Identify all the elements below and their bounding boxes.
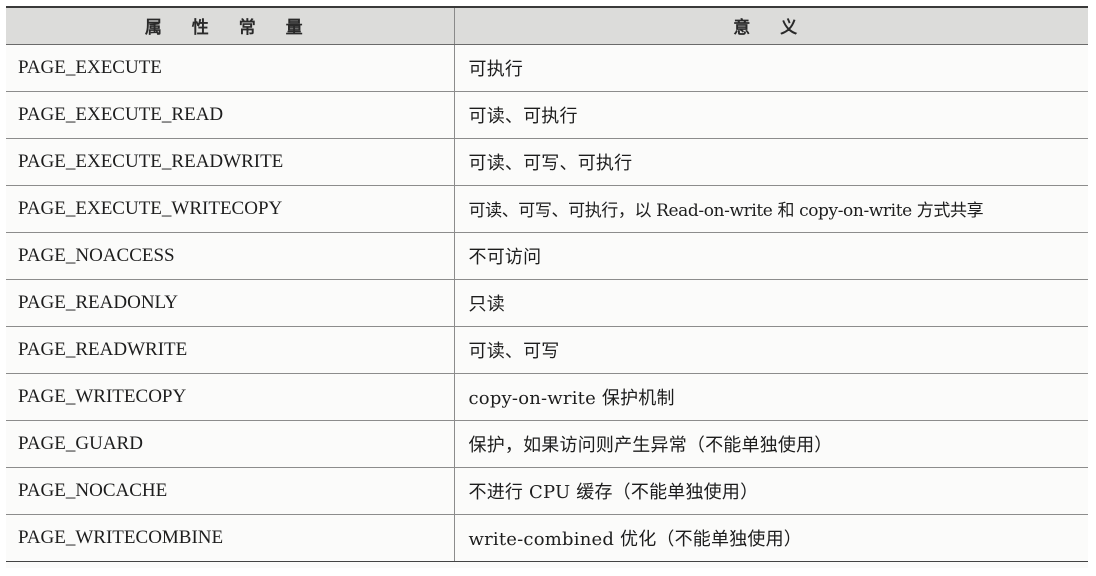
- table-body: PAGE_EXECUTE 可执行 PAGE_EXECUTE_READ 可读、可执…: [6, 44, 1088, 562]
- constant-cell: PAGE_NOCACHE: [6, 467, 455, 515]
- header-meaning: 意 义: [454, 6, 1088, 45]
- table-header: 属 性 常 量 意 义: [6, 6, 1088, 45]
- meaning-cell: 可读、可执行: [454, 91, 1088, 139]
- meaning-cell: 可读、可写、可执行: [454, 138, 1088, 186]
- table-row: PAGE_NOCACHE 不进行 CPU 缓存（不能单独使用）: [6, 467, 1088, 515]
- memory-protection-table: 属 性 常 量 意 义 PAGE_EXECUTE 可执行 PAGE_EXECUT…: [6, 6, 1088, 562]
- meaning-cell: 可读、可写: [454, 326, 1088, 374]
- constant-cell: PAGE_WRITECOMBINE: [6, 514, 455, 562]
- table-row: PAGE_EXECUTE_READ 可读、可执行: [6, 91, 1088, 139]
- document-page: 属 性 常 量 意 义 PAGE_EXECUTE 可执行 PAGE_EXECUT…: [6, 6, 1088, 568]
- header-attribute-constant: 属 性 常 量: [6, 6, 455, 45]
- header-row: 属 性 常 量 意 义: [6, 6, 1088, 45]
- meaning-cell: 保护，如果访问则产生异常（不能单独使用）: [454, 420, 1088, 468]
- table-row: PAGE_WRITECOPY copy-on-write 保护机制: [6, 373, 1088, 421]
- meaning-cell: 不可访问: [454, 232, 1088, 280]
- table-row: PAGE_READWRITE 可读、可写: [6, 326, 1088, 374]
- meaning-cell: 不进行 CPU 缓存（不能单独使用）: [454, 467, 1088, 515]
- constant-cell: PAGE_EXECUTE_READ: [6, 91, 455, 139]
- meaning-cell: 可读、可写、可执行，以 Read-on-write 和 copy-on-writ…: [454, 185, 1088, 233]
- constant-cell: PAGE_GUARD: [6, 420, 455, 468]
- table-row: PAGE_EXECUTE_READWRITE 可读、可写、可执行: [6, 138, 1088, 186]
- meaning-cell: 只读: [454, 279, 1088, 327]
- meaning-cell: 可执行: [454, 44, 1088, 92]
- constant-cell: PAGE_EXECUTE_READWRITE: [6, 138, 455, 186]
- table-row: PAGE_WRITECOMBINE write-combined 优化（不能单独…: [6, 514, 1088, 562]
- constant-cell: PAGE_READWRITE: [6, 326, 455, 374]
- table-row: PAGE_GUARD 保护，如果访问则产生异常（不能单独使用）: [6, 420, 1088, 468]
- constant-cell: PAGE_NOACCESS: [6, 232, 455, 280]
- table-row: PAGE_EXECUTE 可执行: [6, 44, 1088, 92]
- table-row: PAGE_NOACCESS 不可访问: [6, 232, 1088, 280]
- constant-cell: PAGE_READONLY: [6, 279, 455, 327]
- table-row: PAGE_READONLY 只读: [6, 279, 1088, 327]
- meaning-cell: write-combined 优化（不能单独使用）: [454, 514, 1088, 562]
- table-row: PAGE_EXECUTE_WRITECOPY 可读、可写、可执行，以 Read-…: [6, 185, 1088, 233]
- meaning-cell: copy-on-write 保护机制: [454, 373, 1088, 421]
- constant-cell: PAGE_WRITECOPY: [6, 373, 455, 421]
- constant-cell: PAGE_EXECUTE: [6, 44, 455, 92]
- constant-cell: PAGE_EXECUTE_WRITECOPY: [6, 185, 455, 233]
